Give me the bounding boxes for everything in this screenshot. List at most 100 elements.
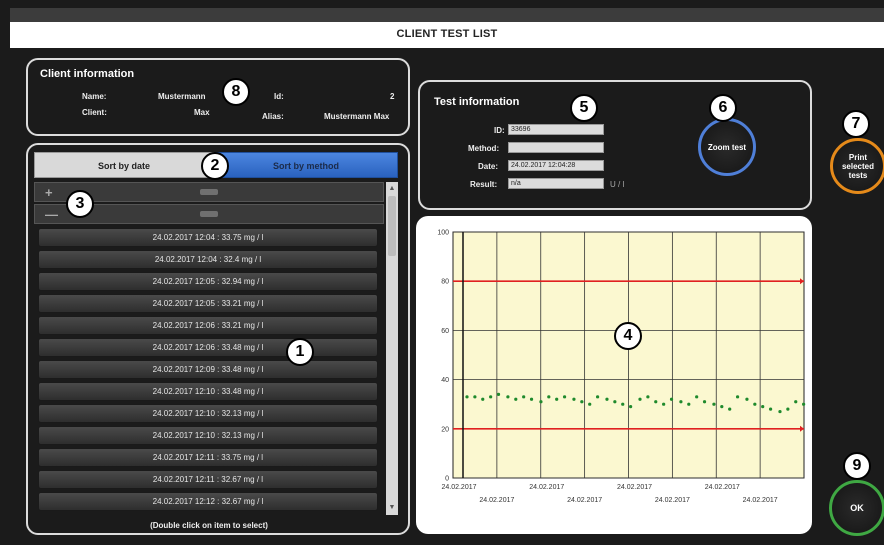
test-id-label: ID: — [494, 126, 505, 135]
x-tick-label: 24.02.2017 — [617, 484, 652, 491]
data-point — [761, 405, 765, 409]
test-list-item[interactable]: 24.02.2017 12:05 : 32.94 mg / l — [38, 272, 378, 291]
data-point — [555, 397, 559, 401]
callout-marker-4: 4 — [614, 322, 642, 350]
test-list-item[interactable]: 24.02.2017 12:04 : 33.75 mg / l — [38, 228, 378, 247]
data-point — [481, 397, 485, 401]
scrollbar-thumb[interactable] — [388, 196, 396, 256]
data-point — [786, 407, 790, 411]
data-point — [768, 407, 773, 411]
collapse-icon[interactable]: — — [45, 207, 58, 222]
data-point — [580, 400, 584, 404]
test-list-item[interactable]: 24.02.2017 12:06 : 33.48 mg / l — [38, 338, 378, 357]
data-point — [687, 402, 691, 406]
title-bar: CLIENT TEST LIST — [10, 22, 884, 48]
results-chart: 02040608010024.02.2017 24.02.2017 24.02.20… — [437, 230, 806, 504]
test-result-unit: U / l — [610, 180, 625, 189]
data-point — [695, 395, 699, 399]
data-point — [514, 397, 518, 401]
data-point — [473, 395, 477, 399]
client-alias-value: Mustermann Max — [324, 112, 390, 121]
test-list-item[interactable]: 24.02.2017 12:11 : 32.67 mg / l — [38, 470, 378, 489]
test-date-field: 24.02.2017 12:04:28 — [508, 160, 604, 171]
data-point — [613, 400, 617, 404]
data-point — [529, 397, 534, 401]
test-list-item[interactable]: 24.02.2017 12:10 : 32.13 mg / l — [38, 426, 378, 445]
test-list-item[interactable]: 24.02.2017 12:05 : 33.21 mg / l — [38, 294, 378, 313]
sort-by-method-button[interactable]: Sort by method — [214, 152, 398, 178]
test-list-item[interactable]: 24.02.2017 12:09 : 33.48 mg / l — [38, 360, 378, 379]
data-point — [547, 395, 551, 399]
y-tick-label: 100 — [437, 230, 449, 237]
group-label-blurred — [200, 211, 218, 217]
client-name-value: Mustermann — [158, 92, 206, 101]
callout-marker-9: 9 — [843, 452, 871, 480]
data-point — [679, 400, 683, 404]
ok-label: OK — [850, 503, 864, 513]
test-list-item[interactable]: 24.02.2017 12:10 : 32.13 mg / l — [38, 404, 378, 423]
print-selected-tests-label: Print selected tests — [841, 152, 875, 180]
zoom-test-button[interactable]: Zoom test — [698, 118, 756, 176]
callout-marker-2: 2 — [201, 152, 229, 180]
y-tick-label: 60 — [441, 328, 449, 335]
expand-icon[interactable]: + — [45, 185, 53, 200]
window-title: CLIENT TEST LIST — [396, 28, 498, 40]
data-point — [669, 397, 674, 401]
x-tick-label: 24.02.2017 — [705, 484, 740, 491]
sort-by-date-button[interactable]: Sort by date — [34, 152, 214, 178]
client-info-heading: Client information — [40, 68, 135, 80]
x-tick-label: 24.02.2017 — [529, 484, 564, 491]
data-point — [605, 397, 609, 401]
scroll-down-icon[interactable]: ▼ — [388, 503, 396, 513]
scroll-up-icon[interactable]: ▲ — [388, 184, 396, 194]
data-point — [562, 395, 567, 399]
data-point — [702, 400, 707, 404]
test-date-label: Date: — [478, 162, 499, 171]
data-point — [465, 395, 469, 399]
data-point — [745, 397, 749, 401]
callout-marker-8: 8 — [222, 78, 250, 106]
test-result-label: Result: — [470, 180, 498, 189]
list-scrollbar[interactable]: ▲ ▼ — [386, 182, 398, 515]
data-point — [621, 402, 625, 406]
data-point — [712, 402, 716, 406]
data-point — [629, 405, 633, 409]
data-point — [662, 402, 666, 406]
data-point — [778, 409, 782, 414]
x-tick-label: 24.02.2017 — [743, 497, 778, 504]
data-point — [728, 407, 732, 411]
client-client-value: Max — [194, 108, 210, 117]
client-name-label: Name: — [82, 92, 107, 101]
test-list-item[interactable]: 24.02.2017 12:06 : 33.21 mg / l — [38, 316, 378, 335]
data-point — [489, 395, 493, 399]
callout-marker-5: 5 — [570, 94, 598, 122]
callout-marker-6: 6 — [709, 94, 737, 122]
client-client-label: Client: — [82, 108, 107, 117]
list-hint: (Double click on item to select) — [150, 521, 268, 530]
data-point — [802, 402, 806, 406]
client-alias-label: Alias: — [262, 112, 284, 121]
data-point — [595, 395, 600, 399]
data-point — [735, 395, 740, 399]
test-list-item[interactable]: 24.02.2017 12:11 : 33.75 mg / l — [38, 448, 378, 467]
data-point — [588, 402, 592, 406]
ok-button[interactable]: OK — [829, 480, 884, 536]
client-id-value: 2 — [390, 92, 395, 101]
x-tick-label: 24.02.2017 — [567, 497, 602, 504]
test-method-field — [508, 142, 604, 153]
test-list-item[interactable]: 24.02.2017 12:10 : 33.48 mg / l — [38, 382, 378, 401]
x-tick-label: 24.02.2017 — [441, 484, 476, 491]
y-tick-label: 20 — [441, 426, 449, 433]
client-info-panel: Client information Name: Mustermann Clie… — [26, 58, 410, 136]
test-list-item[interactable]: 24.02.2017 12:04 : 32.4 mg / l — [38, 250, 378, 269]
test-list-item[interactable]: 24.02.2017 12:12 : 32.67 mg / l — [38, 492, 378, 511]
data-point — [753, 402, 757, 406]
test-result-field: n/a — [508, 178, 604, 189]
window-top-strip — [10, 8, 884, 22]
x-tick-label: 24.02.2017 — [655, 497, 690, 504]
print-selected-tests-button[interactable]: Print selected tests — [830, 138, 884, 194]
data-point — [539, 400, 543, 404]
group-label-blurred — [200, 189, 218, 195]
zoom-test-label: Zoom test — [707, 142, 747, 152]
data-point — [572, 397, 576, 401]
